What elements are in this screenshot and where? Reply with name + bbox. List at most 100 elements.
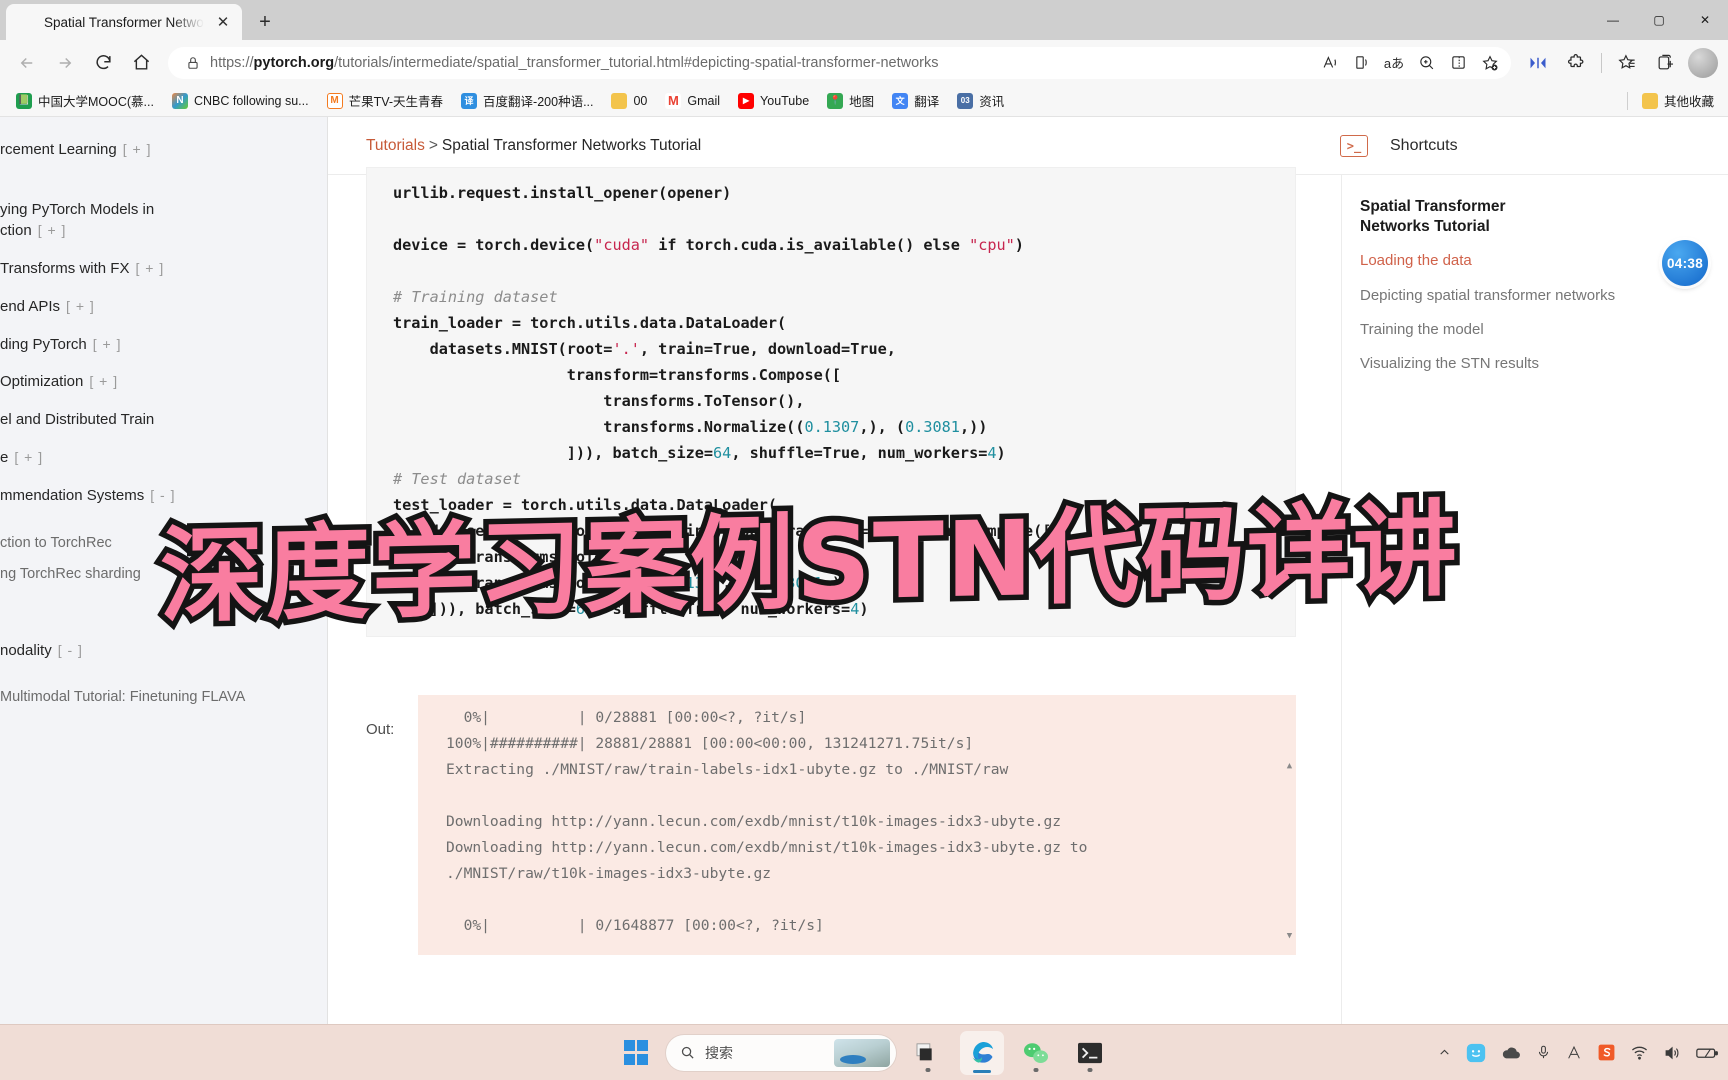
taskbar-app-terminal[interactable] [1068, 1031, 1112, 1075]
taskbar-app-microsoft-edge[interactable] [960, 1030, 1004, 1075]
onedrive-icon[interactable] [1501, 1045, 1521, 1060]
bookmark-favicon: 03 [957, 92, 974, 109]
translate-icon[interactable]: aあ [1379, 49, 1409, 77]
terminal-icon [1078, 1042, 1102, 1063]
close-tab-icon[interactable]: ✕ [212, 11, 234, 33]
tab-title: Spatial Transformer Networks Tu [44, 14, 204, 30]
taskbar-search-box[interactable]: 搜索 [666, 1034, 896, 1071]
toc-item-loading-the-data[interactable]: Loading the data [1360, 251, 1708, 271]
sidebar-item-label: ng TorchRec sharding [0, 566, 141, 583]
wechat-icon [1024, 1042, 1048, 1063]
home-icon[interactable] [124, 46, 158, 80]
profile-avatar[interactable] [1688, 47, 1718, 78]
collapse-toggle[interactable]: [ - ] [150, 487, 175, 503]
bookmark-label: Gmail [687, 93, 721, 108]
split-screen-icon[interactable] [1443, 49, 1473, 77]
taskbar-app-wechat[interactable] [1014, 1031, 1058, 1075]
volume-icon[interactable] [1663, 1045, 1681, 1061]
sidebar-item-intro-to-torchrec[interactable]: ction to TorchRec [0, 528, 327, 559]
sidebar-item-model-optimization[interactable]: Optimization [ + ] [0, 363, 327, 401]
taskbar-app-task-view[interactable] [906, 1031, 950, 1075]
left-sidebar-nav[interactable]: rcement Learning [ + ] ying PyTorch Model… [0, 117, 328, 1080]
read-aloud-icon[interactable] [1315, 49, 1345, 77]
scroll-thumb[interactable] [1287, 715, 1292, 935]
expand-toggle[interactable]: [ + ] [38, 222, 67, 238]
sidebar-item-multimodality[interactable]: nodality [ - ] [0, 632, 327, 670]
address-bar[interactable]: https://pytorch.org/tutorials/intermedia… [168, 46, 1511, 79]
windows-start-icon[interactable] [616, 1033, 656, 1073]
bookmark-item[interactable]: 文 翻译 [884, 88, 947, 113]
show-hidden-icons-icon[interactable] [1438, 1046, 1451, 1059]
shortcuts-label: Shortcuts [1390, 136, 1458, 154]
sidebar-item-recommendation-systems[interactable]: mmendation Systems [ - ] [0, 477, 327, 515]
other-favorites-folder[interactable]: 其他收藏 [1634, 88, 1722, 113]
bookmark-item[interactable]: ▶ YouTube [730, 90, 817, 112]
bookmark-item[interactable]: M 芒果TV-天生青春 [319, 88, 451, 113]
bookmark-item[interactable]: 📗 中国大学MOOC(慕... [8, 88, 162, 113]
battery-icon[interactable] [1696, 1046, 1718, 1060]
sidebar-item-reinforcement-learning[interactable]: rcement Learning [ + ] [0, 131, 327, 169]
collapse-toggle[interactable]: [ - ] [58, 642, 83, 658]
bookmark-folder[interactable]: 00 [603, 90, 655, 112]
add-favorite-icon[interactable] [1475, 49, 1505, 77]
collections-icon[interactable] [1648, 46, 1682, 80]
browser-tab[interactable]: Spatial Transformer Networks Tu ✕ [6, 4, 242, 40]
bookmark-item[interactable]: 译 百度翻译-200种语... [453, 88, 601, 113]
breadcrumb-root-link[interactable]: Tutorials [366, 137, 425, 154]
bookmark-item[interactable]: 📍 地图 [819, 88, 882, 113]
immersive-reader-icon[interactable] [1347, 49, 1377, 77]
collections-split-icon[interactable] [1521, 46, 1555, 80]
bookmark-favicon: 译 [461, 92, 478, 109]
minimize-button[interactable]: — [1590, 0, 1636, 40]
shortcuts-bar[interactable]: >_ Shortcuts [1328, 117, 1728, 175]
bookmark-item[interactable]: N CNBC following su... [164, 90, 317, 112]
sidebar-item-transforms-with-fx[interactable]: Transforms with FX [ + ] [0, 250, 327, 288]
expand-toggle[interactable]: [ + ] [93, 336, 122, 352]
sidebar-item-label: ying PyTorch Models in ction [0, 200, 155, 240]
favorites-icon[interactable] [1610, 46, 1644, 80]
folder-icon [1641, 92, 1658, 109]
ime-language-icon[interactable] [1566, 1045, 1582, 1061]
extensions-icon[interactable] [1559, 46, 1593, 80]
back-icon[interactable] [10, 46, 44, 80]
toc-item-visualizing-the-stn-results[interactable]: Visualizing the STN results [1360, 354, 1708, 374]
toc-item-depicting-spatial-transformer-networks[interactable]: Depicting spatial transformer networks [1360, 286, 1708, 306]
output-scrollbar[interactable]: ▲ ▼ [1285, 701, 1294, 949]
sidebar-item-label: Optimization [0, 373, 84, 391]
breadcrumb: Tutorials > Spatial Transformer Networks T… [366, 137, 701, 155]
expand-toggle[interactable]: [ + ] [135, 260, 164, 276]
close-window-button[interactable]: ✕ [1682, 0, 1728, 40]
sogou-input-icon[interactable] [1597, 1043, 1616, 1062]
sidebar-item-frontend-apis[interactable]: end APIs [ + ] [0, 288, 327, 326]
sidebar-item-deploying-pytorch-models[interactable]: ying PyTorch Models in ction[ + ] [0, 169, 327, 250]
terminal-icon[interactable]: >_ [1340, 134, 1368, 157]
sidebar-item-torchrec-sharding[interactable]: ng TorchRec sharding [0, 559, 327, 590]
expand-toggle[interactable]: [ + ] [66, 298, 95, 314]
expand-toggle[interactable]: [ + ] [123, 141, 152, 157]
zoom-icon[interactable] [1411, 49, 1441, 77]
bookmark-label: 资讯 [979, 95, 1005, 109]
sidebar-item-mobile[interactable]: e [ + ] [0, 439, 327, 477]
refresh-icon[interactable] [86, 46, 120, 80]
code-block[interactable]: urllib.request.install_opener(opener) de… [366, 167, 1296, 637]
toc-item-training-the-model[interactable]: Training the model [1360, 320, 1708, 340]
bookmarks-divider [1626, 91, 1628, 110]
sidebar-item-parallel-distributed-training[interactable]: el and Distributed Train [0, 401, 327, 439]
bookmark-item[interactable]: M Gmail [657, 90, 728, 112]
expand-toggle[interactable]: [ + ] [14, 449, 43, 465]
wifi-icon[interactable] [1631, 1045, 1648, 1060]
timer-badge[interactable]: 04:38 [1662, 240, 1708, 286]
sidebar-item-extending-pytorch[interactable]: ding PyTorch [ + ] [0, 326, 327, 364]
scroll-down-arrow[interactable]: ▼ [1285, 923, 1294, 949]
maximize-button[interactable]: ▢ [1636, 0, 1682, 40]
bookmarks-bar: 📗 中国大学MOOC(慕... N CNBC following su... M… [0, 85, 1728, 117]
new-tab-button[interactable]: + [248, 6, 282, 38]
microphone-icon[interactable] [1536, 1044, 1551, 1061]
bookmark-item[interactable]: 03 资讯 [949, 88, 1012, 113]
output-block[interactable]: 0%| | 0/28881 [00:00<?, ?it/s] 100%|####… [418, 695, 1296, 955]
copilot-icon[interactable] [1466, 1043, 1486, 1063]
expand-toggle[interactable]: [ + ] [89, 373, 118, 389]
bookmark-label: 中国大学MOOC(慕... [38, 95, 154, 109]
sidebar-item-flava-tutorial[interactable]: Multimodal Tutorial: Finetuning FLAVA [0, 682, 327, 713]
forward-icon[interactable] [48, 46, 82, 80]
